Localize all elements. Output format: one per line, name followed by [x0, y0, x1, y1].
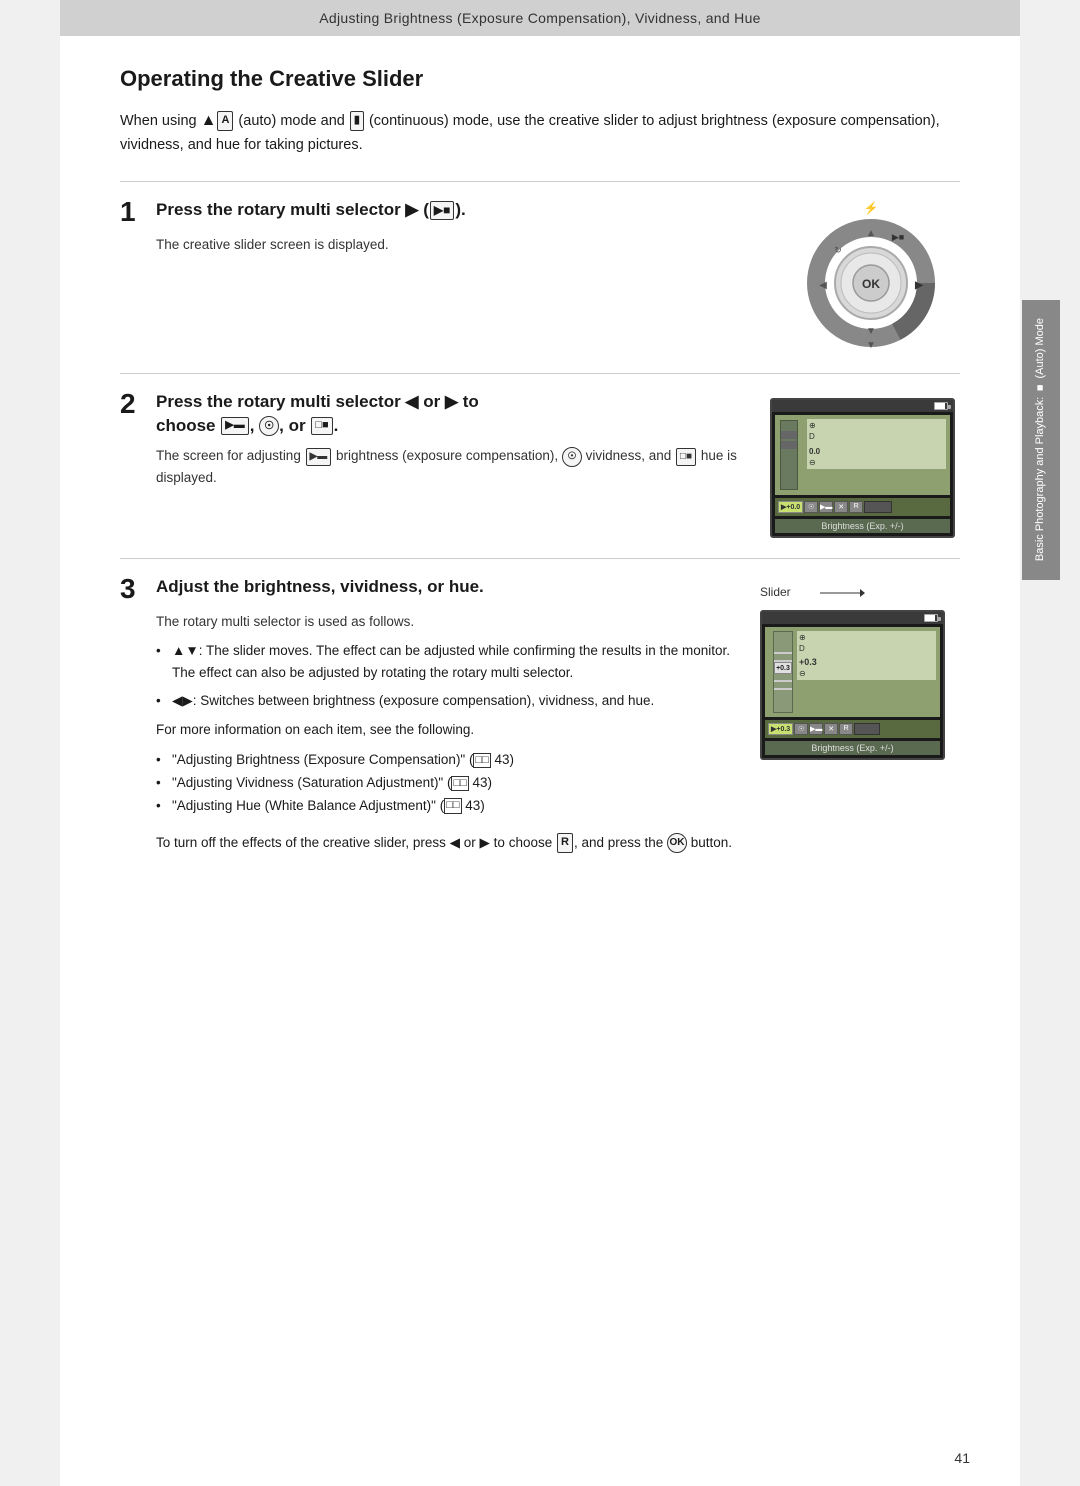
step-1-number: 1 — [120, 198, 144, 226]
step-2-screen: ⊕ D 0.0 ⊖ ▶+0.0 ☉ ▶▬ ✕ R — [770, 398, 960, 538]
creative-slider-icon: ▶■ — [430, 201, 454, 220]
svg-text:▼: ▼ — [866, 340, 876, 351]
step-1-desc: The creative slider screen is displayed. — [156, 234, 760, 256]
continuous-mode-icon: ▮ — [350, 111, 364, 131]
ref-list: "Adjusting Brightness (Exposure Compensa… — [156, 749, 740, 818]
step-1-image: ⚡ OK ▲ ▼ ◀ — [780, 198, 960, 353]
ref-3: "Adjusting Hue (White Balance Adjustment… — [156, 795, 740, 818]
svg-text:◀: ◀ — [819, 280, 827, 291]
h-icon-2: □■ — [676, 448, 696, 466]
step-3-title: Adjust the brightness, vividness, or hue… — [156, 575, 740, 599]
intro-text: When using ▲A (auto) mode and ▮ (continu… — [120, 108, 960, 157]
vividness-icon: ☉ — [259, 416, 279, 436]
for-more-text: For more information on each item, see t… — [156, 719, 740, 741]
svg-text:OK: OK — [862, 277, 880, 291]
svg-text:▶■: ▶■ — [891, 232, 903, 242]
reset-icon: R — [557, 833, 573, 853]
header-title: Adjusting Brightness (Exposure Compensat… — [319, 10, 761, 26]
right-tab: Basic Photography and Playback: ■ (Auto)… — [1022, 300, 1060, 580]
svg-text:⚡: ⚡ — [863, 201, 878, 215]
step-3: 3 Adjust the brightness, vividness, or h… — [120, 558, 960, 853]
slider-label: Slider — [760, 583, 960, 606]
page: Adjusting Brightness (Exposure Compensat… — [60, 0, 1020, 1486]
step-2-title: Press the rotary multi selector ◀ or ▶ t… — [156, 390, 750, 438]
bullet-2: ◀▶: Switches between brightness (exposur… — [156, 690, 740, 712]
page-number: 41 — [954, 1450, 970, 1466]
step-3-desc1: The rotary multi selector is used as fol… — [156, 611, 740, 633]
ref-2: "Adjusting Vividness (Saturation Adjustm… — [156, 772, 740, 795]
svg-text:▶: ▶ — [914, 280, 924, 291]
step-3-number: 3 — [120, 575, 144, 603]
step-1: 1 Press the rotary multi selector ▶ (▶■)… — [120, 181, 960, 353]
ref-1: "Adjusting Brightness (Exposure Compensa… — [156, 749, 740, 772]
v-icon-2: ☉ — [562, 447, 582, 467]
page-header: Adjusting Brightness (Exposure Compensat… — [60, 0, 1020, 36]
main-content: Operating the Creative Slider When using… — [60, 36, 1020, 933]
step-2-desc: The screen for adjusting ▶▬ brightness (… — [156, 445, 750, 488]
step-3-screen-container: Slider — [760, 583, 960, 760]
step-1-title: Press the rotary multi selector ▶ (▶■). — [156, 198, 760, 222]
step-3-bullets: ▲▼: The slider moves. The effect can be … — [156, 640, 740, 711]
step-2-lcd-label: Brightness (Exp. +/-) — [775, 519, 950, 533]
bullet-1: ▲▼: The slider moves. The effect can be … — [156, 640, 740, 683]
right-tab-text: Basic Photography and Playback: ■ (Auto)… — [1033, 318, 1048, 561]
b-icon-2: ▶▬ — [306, 448, 332, 466]
svg-text:▲: ▲ — [866, 228, 876, 239]
step-2-number: 2 — [120, 390, 144, 418]
auto-mode-icon: A — [217, 111, 233, 131]
svg-text:↻: ↻ — [834, 245, 842, 255]
ok-button-icon: OK — [667, 833, 687, 853]
step-2: 2 Press the rotary multi selector ◀ or ▶… — [120, 373, 960, 538]
brightness-icon: ▶▬ — [221, 417, 248, 434]
section-title: Operating the Creative Slider — [120, 66, 960, 92]
hue-icon: □■ — [311, 417, 332, 434]
footer-note: To turn off the effects of the creative … — [156, 832, 740, 854]
step-3-lcd-label: Brightness (Exp. +/-) — [765, 741, 940, 755]
svg-text:▼: ▼ — [866, 326, 876, 337]
